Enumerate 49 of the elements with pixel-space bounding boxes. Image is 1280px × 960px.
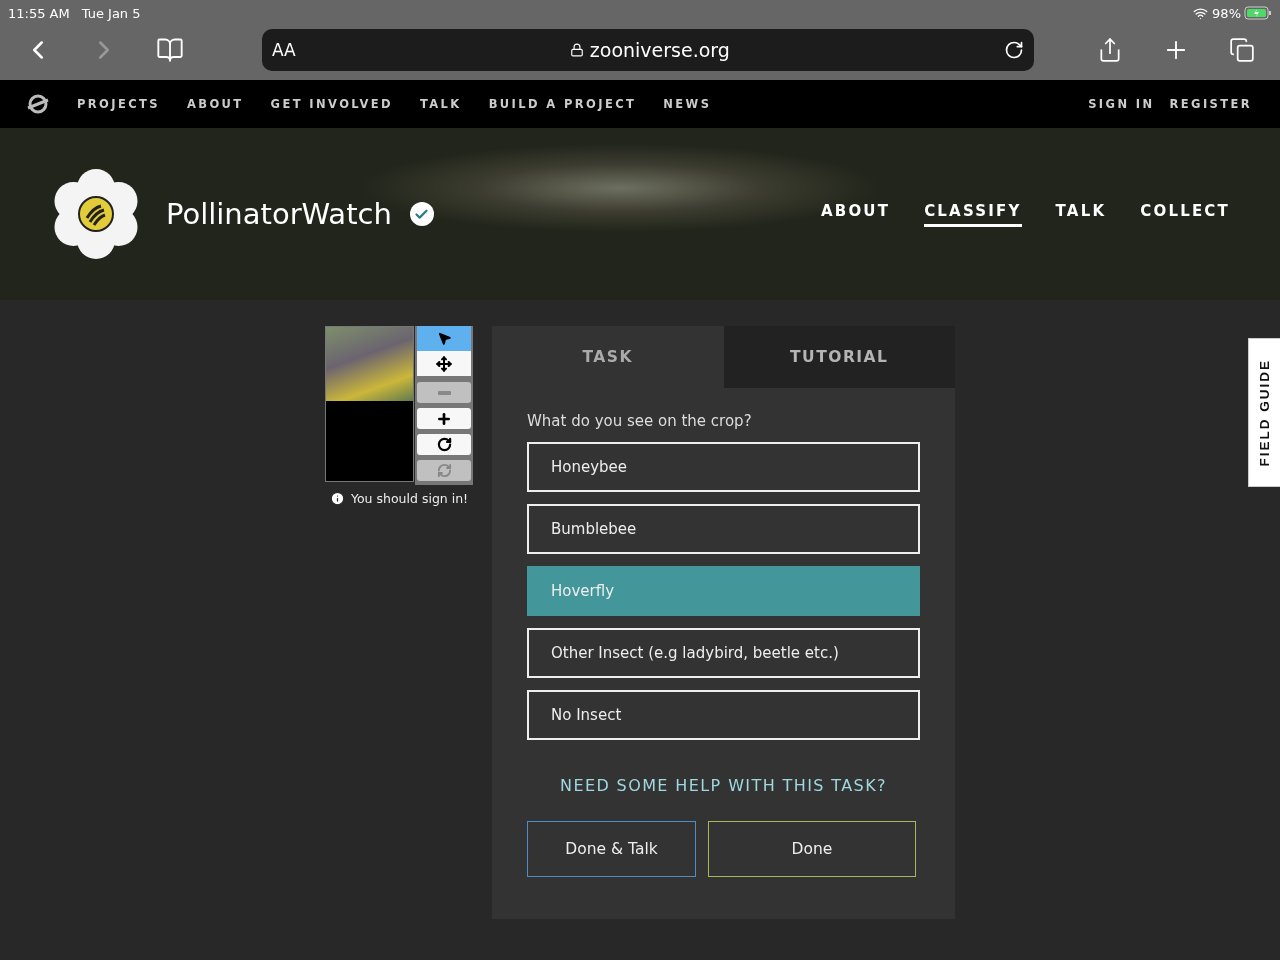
help-link[interactable]: NEED SOME HELP WITH THIS TASK? xyxy=(560,776,887,795)
viewer-tool-button[interactable] xyxy=(417,351,471,376)
account-link[interactable]: SIGN IN xyxy=(1088,97,1155,111)
text-size-button[interactable]: AA xyxy=(272,40,296,60)
nav-link[interactable]: GET INVOLVED xyxy=(270,97,393,111)
site-logo-icon[interactable] xyxy=(26,92,50,116)
viewer-tool-button[interactable] xyxy=(417,408,471,429)
field-guide-tab[interactable]: FIELD GUIDE xyxy=(1248,338,1280,487)
reload-icon[interactable] xyxy=(1004,40,1024,60)
rotate-icon xyxy=(436,437,452,452)
battery-icon xyxy=(1244,6,1272,20)
nav-link[interactable]: PROJECTS xyxy=(77,97,160,111)
battery-percent: 98% xyxy=(1212,5,1241,21)
done-and-talk-button[interactable]: Done & Talk xyxy=(527,821,696,877)
move-icon xyxy=(436,355,452,372)
project-tab[interactable]: CLASSIFY xyxy=(924,201,1022,227)
wifi-icon xyxy=(1193,5,1209,21)
viewer-tool-button[interactable] xyxy=(417,434,471,455)
nav-link[interactable]: NEWS xyxy=(663,97,712,111)
refresh-icon xyxy=(436,463,452,478)
task-question: What do you see on the crop? xyxy=(527,412,753,430)
answer-option[interactable]: Honeybee xyxy=(527,442,920,492)
answer-option[interactable]: Other Insect (e.g ladybird, beetle etc.) xyxy=(527,628,920,678)
plus-icon xyxy=(436,410,452,427)
answer-option[interactable]: No Insect xyxy=(527,690,920,740)
project-tab[interactable]: ABOUT xyxy=(820,201,891,227)
account-link[interactable]: REGISTER xyxy=(1169,97,1252,111)
task-tab[interactable]: TUTORIAL xyxy=(723,326,955,388)
pointer-icon xyxy=(436,331,452,346)
minus-icon xyxy=(437,390,451,395)
project-tab[interactable]: TALK xyxy=(1055,201,1107,227)
sign-in-note: You should sign in! xyxy=(351,491,469,506)
answer-option[interactable]: Bumblebee xyxy=(527,504,920,554)
nav-link[interactable]: BUILD A PROJECT xyxy=(488,97,637,111)
lock-icon xyxy=(569,43,584,57)
nav-link[interactable]: ABOUT xyxy=(186,97,244,111)
status-date: Tue Jan 5 xyxy=(81,5,141,21)
status-time: 11:55 AM xyxy=(8,5,70,21)
address-bar[interactable]: AA zooniverse.org xyxy=(262,29,1034,71)
url-text: zooniverse.org xyxy=(589,39,730,61)
share-icon xyxy=(1097,37,1123,63)
info-icon xyxy=(330,491,345,506)
project-title: PollinatorWatch xyxy=(166,197,392,231)
viewer-tool-button[interactable] xyxy=(417,326,471,351)
nav-link[interactable]: TALK xyxy=(419,97,462,111)
project-tab[interactable]: COLLECT xyxy=(1140,201,1230,227)
tabs-icon xyxy=(1229,37,1255,63)
done-button[interactable]: Done xyxy=(708,821,916,877)
book-icon xyxy=(156,36,184,64)
